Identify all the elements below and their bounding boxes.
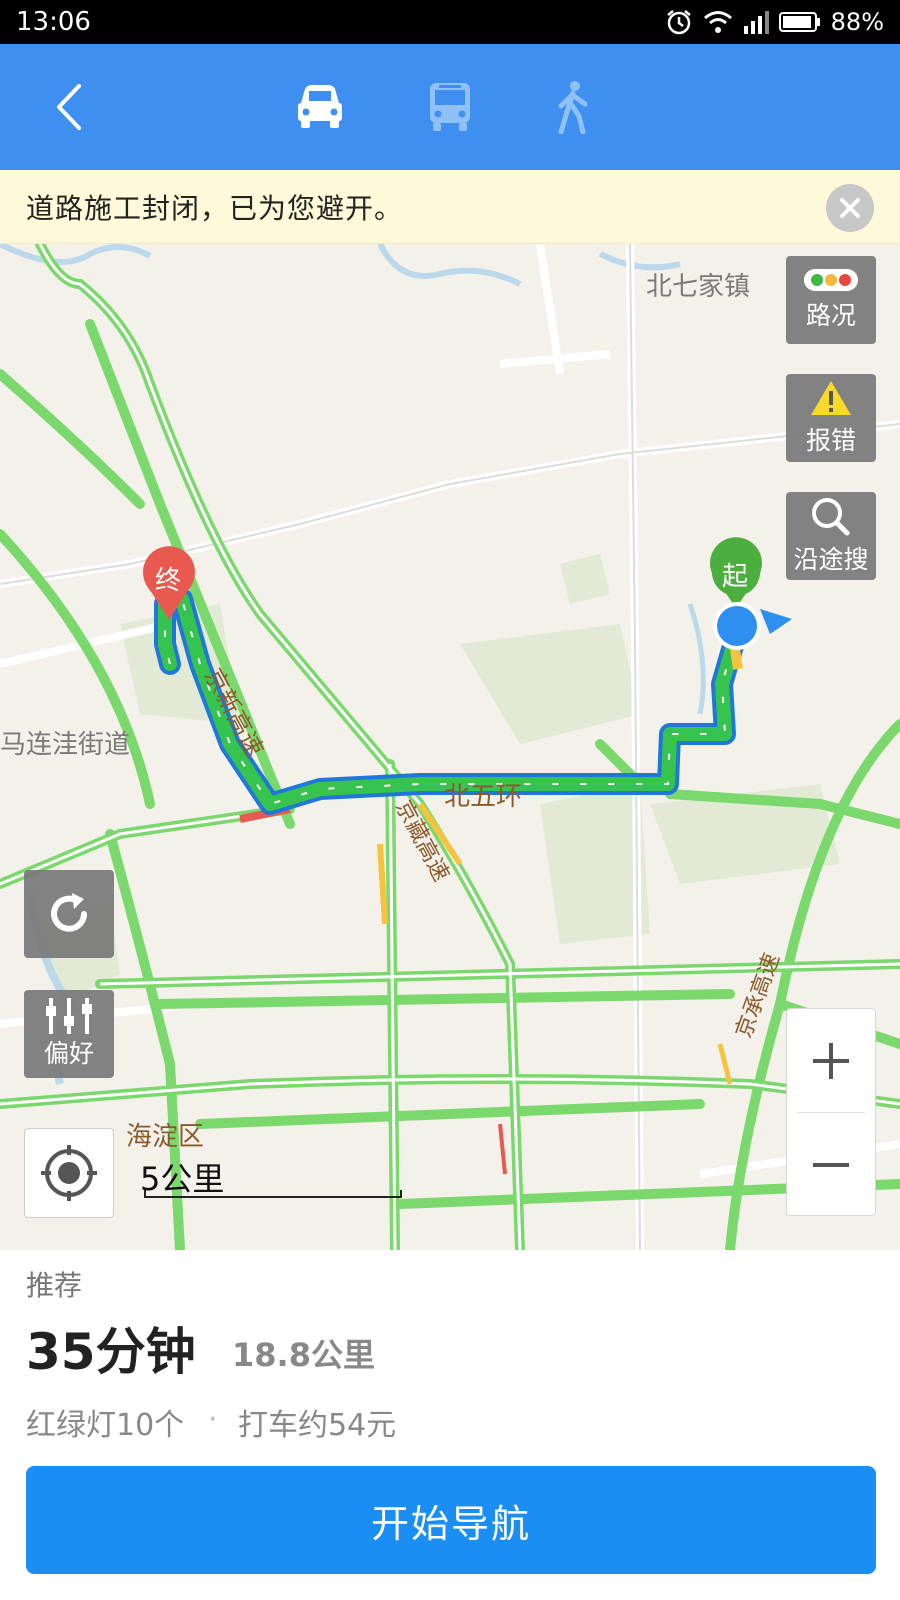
back-button[interactable] <box>38 74 98 140</box>
locate-me-button[interactable] <box>24 1128 114 1218</box>
traffic-button[interactable]: 路况 <box>786 256 876 344</box>
plus-icon <box>813 1042 849 1079</box>
alarm-icon <box>665 8 693 36</box>
traffic-light-icon <box>804 269 858 291</box>
zoom-in-button[interactable] <box>787 1009 875 1112</box>
traffic-button-label: 路况 <box>805 301 856 330</box>
route-preference-button[interactable]: 偏好 <box>24 990 114 1078</box>
app-root: 13:06 88% 道路施工封闭，已为您避开。 终 起 北七家镇 马连洼街道 海… <box>0 0 900 1600</box>
signal-icon <box>743 10 769 34</box>
status-bar: 13:06 88% <box>0 0 900 44</box>
start-navigation-label: 开始导航 <box>370 1501 531 1546</box>
locate-icon <box>41 1145 97 1201</box>
report-error-label: 报错 <box>805 426 856 455</box>
battery-icon <box>778 11 821 33</box>
map-view[interactable]: 终 起 北七家镇 马连洼街道 海淀区 京新高速 北五环 京藏高速 京承高速 路况… <box>0 244 900 1250</box>
tab-car[interactable] <box>285 72 355 142</box>
end-marker-label: 终 <box>155 566 182 596</box>
start-marker-label: 起 <box>722 562 749 592</box>
route-summary-panel: 推荐 35分钟 18.8公里 红绿灯10个 · 打车约54元 开始导航 <box>0 1250 900 1600</box>
notice-close-button[interactable] <box>826 184 874 232</box>
notice-text: 道路施工封闭，已为您避开。 <box>26 191 404 225</box>
recommend-label: 推荐 <box>26 1269 83 1302</box>
road-closure-notice: 道路施工封闭，已为您避开。 <box>0 170 900 244</box>
top-navigation-bar <box>0 44 900 170</box>
route-duration: 35分钟 <box>26 1323 196 1381</box>
start-navigation-button[interactable]: 开始导航 <box>26 1466 876 1574</box>
map-scale-bar <box>144 1190 402 1198</box>
zoom-out-button[interactable] <box>787 1113 875 1216</box>
warning-icon <box>811 381 851 415</box>
refresh-route-button[interactable] <box>24 870 114 958</box>
battery-percent: 88% <box>830 8 884 36</box>
place-label-beiqijia: 北七家镇 <box>646 272 751 302</box>
wifi-icon <box>703 9 733 35</box>
preference-sliders-icon <box>46 998 92 1034</box>
along-route-search-button[interactable]: 沿途搜 <box>786 492 876 580</box>
back-arrow-icon <box>57 84 81 130</box>
close-icon <box>840 198 860 218</box>
tab-walk[interactable] <box>538 72 608 142</box>
taxi-fare-estimate: 打车约54元 <box>238 1408 397 1443</box>
bus-icon <box>430 83 470 131</box>
route-preference-label: 偏好 <box>43 1039 94 1068</box>
place-label-haidian: 海淀区 <box>126 1122 205 1152</box>
road-label-north-fifth-ring: 北五环 <box>444 782 523 812</box>
status-time: 13:06 <box>16 7 91 37</box>
status-icons: 88% <box>665 8 884 36</box>
traffic-light-count: 红绿灯10个 <box>26 1408 185 1443</box>
map-base-layer <box>0 244 900 1250</box>
info-separator: · <box>208 1402 218 1437</box>
place-label-malianwa: 马连洼街道 <box>0 730 131 760</box>
car-icon <box>298 85 342 128</box>
walk-icon <box>558 81 588 134</box>
report-error-button[interactable]: 报错 <box>786 374 876 462</box>
zoom-controls <box>786 1008 876 1216</box>
refresh-icon <box>51 893 87 932</box>
search-icon <box>812 498 850 536</box>
along-route-search-label: 沿途搜 <box>793 545 869 574</box>
route-distance: 18.8公里 <box>232 1336 375 1374</box>
minus-icon <box>813 1162 849 1167</box>
tab-bus[interactable] <box>415 72 485 142</box>
